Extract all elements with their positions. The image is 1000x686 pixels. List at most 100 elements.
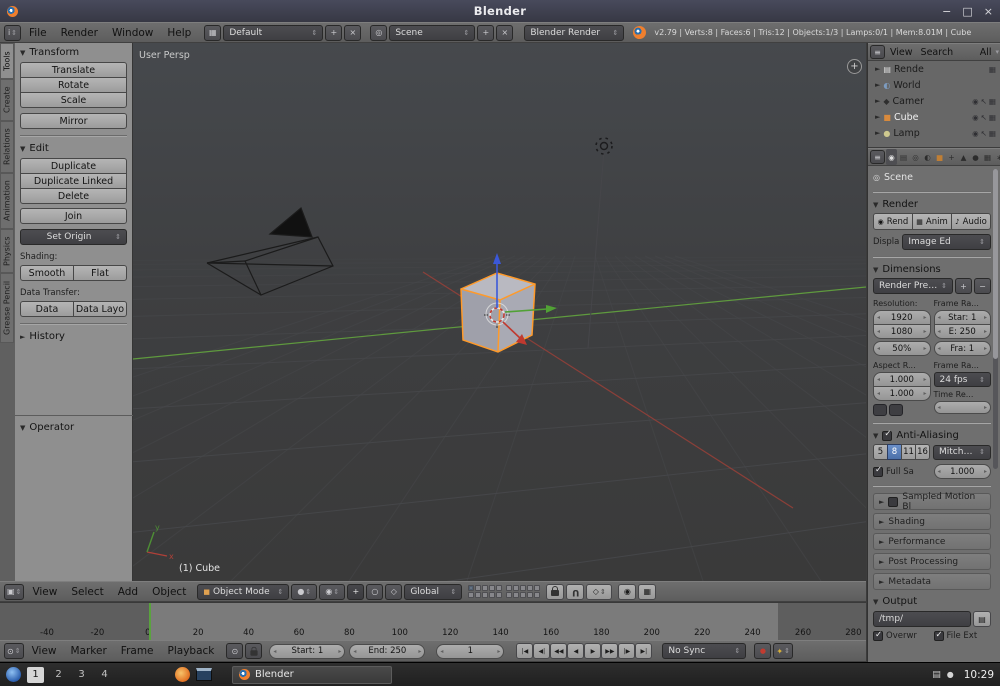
- tab-animation[interactable]: Animation: [0, 173, 14, 229]
- render-restrict-icon[interactable]: ▦: [989, 129, 996, 138]
- history-panel-header[interactable]: ► History: [20, 331, 127, 342]
- browse-folder-button[interactable]: ▤: [973, 611, 991, 627]
- tab-render[interactable]: ◉: [886, 149, 897, 165]
- tab-scene[interactable]: ◎: [910, 149, 921, 165]
- tray-icon[interactable]: ●: [947, 670, 954, 679]
- layer-toggle[interactable]: [489, 585, 496, 591]
- layer-toggle[interactable]: [513, 592, 520, 598]
- workspace-3-button[interactable]: 3: [73, 667, 90, 683]
- output-panel-header[interactable]: ▼ Output: [873, 596, 991, 607]
- screen-layout-icon-button[interactable]: ▦: [204, 24, 222, 41]
- render-restrict-icon[interactable]: ▦: [989, 97, 996, 106]
- mirror-button[interactable]: Mirror: [20, 113, 127, 129]
- edit-panel-header[interactable]: ▼ Edit: [20, 143, 127, 154]
- overwrite-checkbox[interactable]: [873, 630, 883, 641]
- menu-marker[interactable]: Marker: [65, 645, 113, 657]
- aa-samples-8-button[interactable]: 8: [887, 444, 902, 460]
- delete-button[interactable]: Delete: [20, 188, 127, 204]
- tab-physics[interactable]: Physics: [0, 229, 14, 273]
- jump-to-start-button[interactable]: |◀: [516, 643, 534, 659]
- resolution-percentage-field[interactable]: 50%: [873, 341, 931, 356]
- transform-orientation-select[interactable]: Global ⇕: [404, 583, 463, 600]
- menu-help[interactable]: Help: [161, 27, 197, 39]
- tab-texture[interactable]: ▦: [982, 149, 993, 165]
- render-engine-select[interactable]: Blender Render ⇕: [524, 24, 625, 41]
- start-frame-field[interactable]: Start: 1: [269, 643, 346, 659]
- close-button[interactable]: ×: [984, 5, 993, 18]
- tab-create[interactable]: Create: [0, 79, 14, 121]
- scene-select[interactable]: Scene ⇕: [389, 24, 476, 41]
- timeline-ruler[interactable]: -40 -20 0 20 40 60 80 100 120 140 160 180 200 220 240 2…: [0, 602, 866, 640]
- tab-object-data[interactable]: ▲: [958, 149, 969, 165]
- editor-type-button[interactable]: ≡: [870, 45, 885, 59]
- sync-mode-select[interactable]: No Sync ⇕: [662, 643, 747, 659]
- mode-select[interactable]: ■ Object Mode ⇕: [197, 583, 290, 600]
- manipulator-translate-toggle[interactable]: +: [347, 583, 365, 600]
- render-button[interactable]: ◉ Rend: [873, 213, 913, 230]
- frame-step-field[interactable]: Fra: 1: [933, 341, 991, 356]
- layer-toggle[interactable]: [475, 585, 482, 591]
- layer-toggle[interactable]: [513, 585, 520, 591]
- motion-blur-checkbox[interactable]: [888, 496, 899, 507]
- data-transfer-button[interactable]: Data: [20, 301, 74, 317]
- current-frame-indicator[interactable]: [149, 603, 151, 640]
- layer-toggle[interactable]: [520, 585, 527, 591]
- layer-toggle[interactable]: [527, 585, 534, 591]
- snap-toggle[interactable]: U: [566, 583, 585, 600]
- workspace-1-button[interactable]: 1: [27, 666, 44, 683]
- frame-rate-select[interactable]: 24 fps ⇕: [933, 372, 991, 387]
- preview-range-toggle[interactable]: ⊙: [226, 643, 244, 659]
- tab-modifiers[interactable]: +: [946, 149, 957, 165]
- taskbar-app-blender[interactable]: Blender: [232, 665, 392, 684]
- menu-window[interactable]: Window: [106, 27, 159, 39]
- camera-object[interactable]: [206, 206, 334, 296]
- aspect-y-field[interactable]: 1.000: [873, 386, 931, 401]
- join-button[interactable]: Join: [20, 208, 127, 224]
- tray-icon[interactable]: ▤: [932, 670, 941, 680]
- tab-grease-pencil[interactable]: Grease Pencil: [0, 273, 14, 343]
- menu-view[interactable]: View: [887, 47, 916, 58]
- frame-end-field[interactable]: E: 250: [933, 324, 991, 339]
- layer-toggle[interactable]: [534, 585, 541, 591]
- expand-icon[interactable]: ►: [875, 97, 880, 105]
- keying-set-button[interactable]: ✦ ⇕: [773, 643, 793, 659]
- aa-samples-5-button[interactable]: 5: [873, 444, 888, 460]
- add-preset-button[interactable]: +: [955, 278, 972, 294]
- scene-icon-button[interactable]: ◎: [370, 24, 388, 41]
- outliner-item-cube[interactable]: ► ■ Cube ◉ ↖ ▦: [868, 109, 1000, 125]
- outliner-item-camera[interactable]: ► ◆ Camer ◉ ↖ ▦: [868, 93, 1000, 109]
- auto-keyframe-toggle[interactable]: ●: [754, 643, 772, 659]
- visibility-icon[interactable]: ◉: [972, 97, 979, 106]
- time-remap-field[interactable]: [933, 401, 991, 414]
- set-origin-dropdown[interactable]: Set Origin ⇕: [20, 229, 127, 245]
- frame-start-field[interactable]: Star: 1: [933, 310, 991, 325]
- resolution-y-field[interactable]: 1080: [873, 324, 931, 339]
- antialiasing-checkbox[interactable]: [882, 429, 893, 441]
- minimize-button[interactable]: −: [942, 5, 951, 18]
- remove-preset-button[interactable]: −: [974, 278, 991, 294]
- duplicate-button[interactable]: Duplicate: [20, 158, 127, 174]
- layer-toggle[interactable]: [520, 592, 527, 598]
- layer-toggle[interactable]: [506, 592, 513, 598]
- layer-toggle[interactable]: [482, 592, 489, 598]
- outliner-item-renderlayers[interactable]: ► ▤ Rende ▦: [868, 61, 1000, 77]
- render-animation-button[interactable]: ▦ Anim: [912, 213, 952, 230]
- menu-playback[interactable]: Playback: [162, 645, 221, 657]
- menu-view[interactable]: View: [26, 586, 63, 598]
- layer-toggle[interactable]: [534, 592, 541, 598]
- play-button[interactable]: ▶: [584, 643, 602, 659]
- layer-toggle[interactable]: [527, 592, 534, 598]
- editor-type-button[interactable]: ⊙ ⇕: [4, 643, 24, 659]
- tab-object[interactable]: ■: [934, 149, 945, 165]
- editor-type-button[interactable]: ≡: [870, 150, 885, 164]
- layer-toggle[interactable]: [496, 585, 503, 591]
- manipulator-scale-toggle[interactable]: ◇: [385, 583, 403, 600]
- resolution-x-field[interactable]: 1920: [873, 310, 931, 325]
- translate-button[interactable]: Translate: [20, 62, 127, 78]
- selectability-icon[interactable]: ↖: [981, 97, 987, 106]
- menu-file[interactable]: File: [23, 27, 53, 39]
- opengl-render-anim-button[interactable]: ▦: [638, 583, 657, 600]
- expand-icon[interactable]: ►: [875, 65, 880, 73]
- editor-type-button[interactable]: i ⇕: [4, 24, 21, 41]
- menu-object[interactable]: Object: [146, 586, 192, 598]
